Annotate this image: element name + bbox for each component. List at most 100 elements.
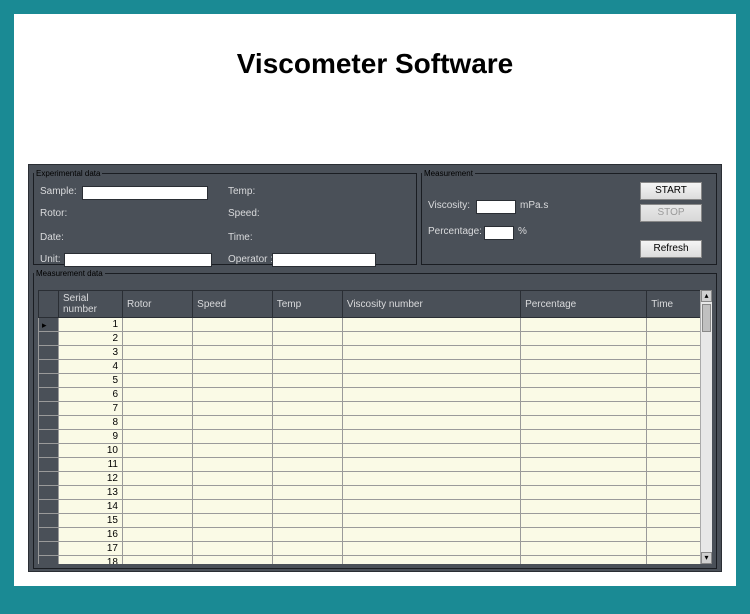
data-cell[interactable] — [272, 514, 342, 528]
table-row[interactable]: 14 — [39, 500, 712, 514]
column-header[interactable]: Percentage — [521, 291, 647, 318]
data-cell[interactable] — [272, 458, 342, 472]
data-cell[interactable] — [342, 318, 520, 332]
data-cell[interactable] — [193, 374, 273, 388]
data-cell[interactable] — [193, 458, 273, 472]
table-row[interactable]: 16 — [39, 528, 712, 542]
column-header[interactable]: Serial number — [59, 291, 123, 318]
data-cell[interactable] — [272, 542, 342, 556]
serial-cell[interactable]: 17 — [59, 542, 123, 556]
scroll-up-arrow[interactable]: ▴ — [701, 290, 712, 302]
serial-cell[interactable]: 16 — [59, 528, 123, 542]
data-cell[interactable] — [272, 346, 342, 360]
data-cell[interactable] — [342, 528, 520, 542]
data-cell[interactable] — [272, 374, 342, 388]
data-cell[interactable] — [521, 472, 647, 486]
serial-cell[interactable]: 3 — [59, 346, 123, 360]
data-cell[interactable] — [342, 332, 520, 346]
data-cell[interactable] — [521, 402, 647, 416]
vertical-scrollbar[interactable]: ▴ ▾ — [700, 290, 712, 564]
data-cell[interactable] — [521, 444, 647, 458]
table-row[interactable]: 7 — [39, 402, 712, 416]
row-header[interactable] — [39, 514, 59, 528]
table-row[interactable]: 18 — [39, 556, 712, 565]
refresh-button[interactable]: Refresh — [640, 240, 702, 258]
row-header[interactable] — [39, 458, 59, 472]
unit-input[interactable] — [64, 253, 212, 267]
data-cell[interactable] — [272, 528, 342, 542]
data-cell[interactable] — [123, 374, 193, 388]
data-cell[interactable] — [193, 486, 273, 500]
data-cell[interactable] — [123, 444, 193, 458]
table-row[interactable]: 6 — [39, 388, 712, 402]
table-row[interactable]: 9 — [39, 430, 712, 444]
stop-button[interactable]: STOP — [640, 204, 702, 222]
table-row[interactable]: ▸1 — [39, 318, 712, 332]
data-cell[interactable] — [193, 360, 273, 374]
data-cell[interactable] — [521, 388, 647, 402]
data-cell[interactable] — [342, 374, 520, 388]
data-cell[interactable] — [272, 360, 342, 374]
data-cell[interactable] — [193, 500, 273, 514]
data-cell[interactable] — [521, 486, 647, 500]
row-header[interactable] — [39, 556, 59, 565]
data-cell[interactable] — [193, 514, 273, 528]
data-cell[interactable] — [342, 556, 520, 565]
row-header[interactable] — [39, 388, 59, 402]
data-cell[interactable] — [193, 528, 273, 542]
serial-cell[interactable]: 14 — [59, 500, 123, 514]
row-header[interactable] — [39, 416, 59, 430]
row-header[interactable] — [39, 402, 59, 416]
data-cell[interactable] — [342, 542, 520, 556]
data-cell[interactable] — [193, 318, 273, 332]
column-header[interactable]: Temp — [272, 291, 342, 318]
row-header[interactable] — [39, 346, 59, 360]
data-cell[interactable] — [272, 486, 342, 500]
start-button[interactable]: START — [640, 182, 702, 200]
data-cell[interactable] — [123, 472, 193, 486]
data-cell[interactable] — [193, 542, 273, 556]
scroll-down-arrow[interactable]: ▾ — [701, 552, 712, 564]
percentage-input[interactable] — [484, 226, 514, 240]
data-cell[interactable] — [193, 388, 273, 402]
data-cell[interactable] — [342, 514, 520, 528]
data-cell[interactable] — [193, 346, 273, 360]
serial-cell[interactable]: 11 — [59, 458, 123, 472]
table-row[interactable]: 5 — [39, 374, 712, 388]
row-header[interactable] — [39, 528, 59, 542]
column-header[interactable]: Speed — [193, 291, 273, 318]
data-cell[interactable] — [123, 332, 193, 346]
table-row[interactable]: 17 — [39, 542, 712, 556]
operator-input[interactable] — [272, 253, 376, 267]
table-row[interactable]: 2 — [39, 332, 712, 346]
data-cell[interactable] — [193, 556, 273, 565]
viscosity-input[interactable] — [476, 200, 516, 214]
table-row[interactable]: 4 — [39, 360, 712, 374]
data-cell[interactable] — [193, 430, 273, 444]
data-cell[interactable] — [272, 430, 342, 444]
row-header[interactable] — [39, 486, 59, 500]
data-cell[interactable] — [272, 472, 342, 486]
table-row[interactable]: 3 — [39, 346, 712, 360]
row-header[interactable] — [39, 444, 59, 458]
row-header[interactable] — [39, 332, 59, 346]
data-cell[interactable] — [123, 458, 193, 472]
data-cell[interactable] — [521, 374, 647, 388]
serial-cell[interactable]: 10 — [59, 444, 123, 458]
serial-cell[interactable]: 7 — [59, 402, 123, 416]
data-cell[interactable] — [521, 360, 647, 374]
data-cell[interactable] — [193, 416, 273, 430]
data-cell[interactable] — [342, 416, 520, 430]
data-cell[interactable] — [123, 346, 193, 360]
serial-cell[interactable]: 8 — [59, 416, 123, 430]
data-cell[interactable] — [123, 360, 193, 374]
data-cell[interactable] — [123, 430, 193, 444]
data-cell[interactable] — [123, 542, 193, 556]
data-cell[interactable] — [123, 318, 193, 332]
data-cell[interactable] — [272, 318, 342, 332]
table-row[interactable]: 8 — [39, 416, 712, 430]
serial-cell[interactable]: 9 — [59, 430, 123, 444]
data-cell[interactable] — [123, 500, 193, 514]
data-cell[interactable] — [521, 500, 647, 514]
column-header[interactable]: Viscosity number — [342, 291, 520, 318]
